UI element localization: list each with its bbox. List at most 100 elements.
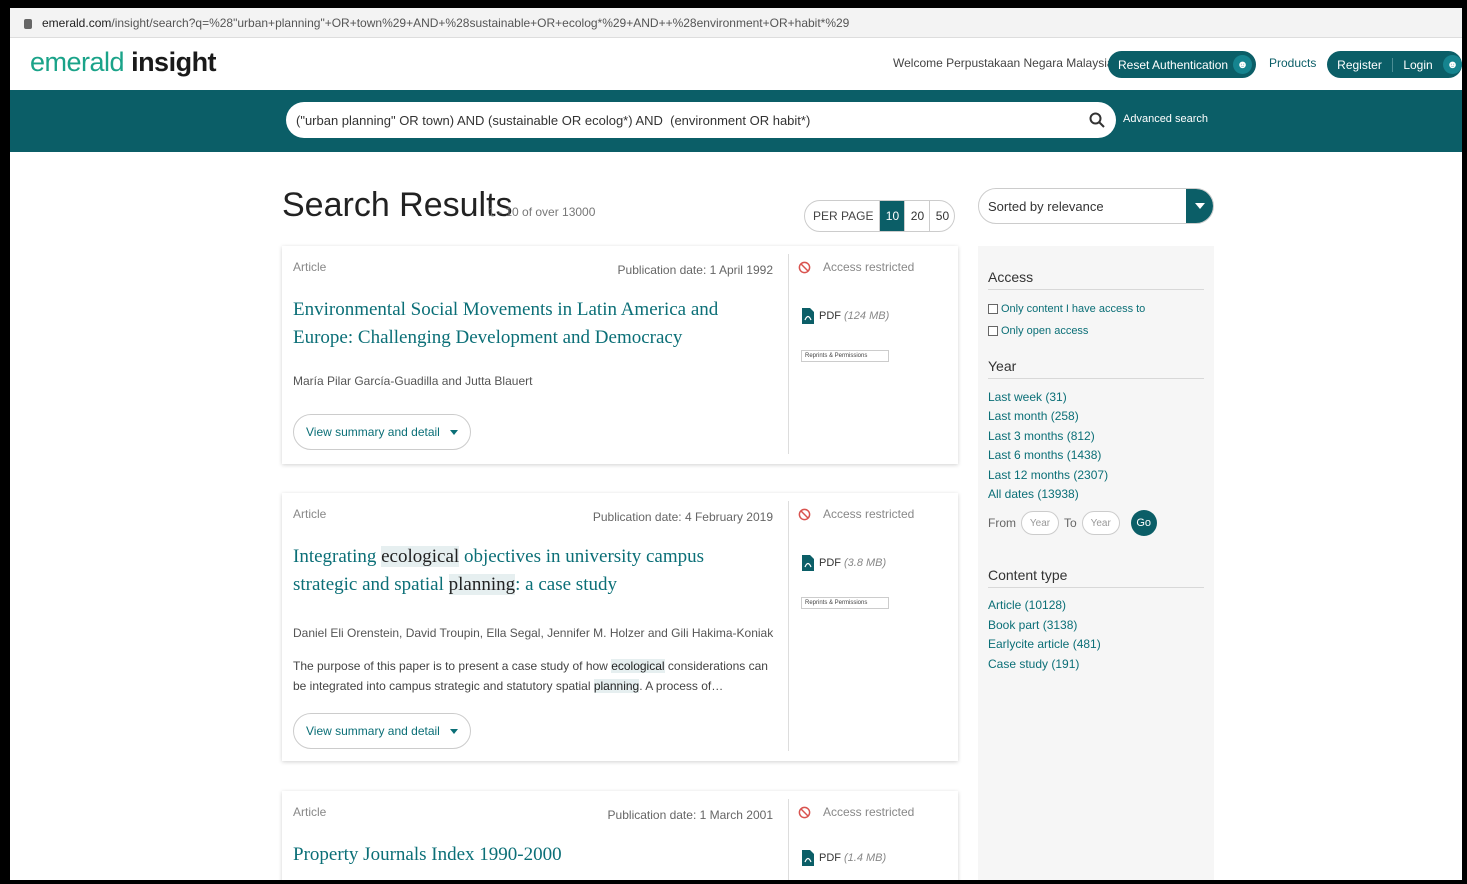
per-page-selector: PER PAGE 10 20 50	[804, 200, 956, 232]
pdf-label: PDF	[819, 310, 841, 322]
search-input[interactable]	[296, 112, 1076, 128]
checkbox[interactable]	[988, 326, 998, 336]
content-kind: Article	[293, 507, 327, 521]
content-type-link[interactable]: Earlycite article (481)	[988, 637, 1101, 651]
per-page-option[interactable]: 50	[929, 201, 954, 231]
content-kind: Article	[293, 805, 327, 819]
advanced-search-link[interactable]: Advanced search	[1123, 113, 1208, 125]
address-bar[interactable]: emerald.com /insight/search?q=%28"urban+…	[10, 8, 1462, 38]
view-summary-button[interactable]: View summary and detail	[293, 713, 471, 749]
content-type-link[interactable]: Case study (191)	[988, 657, 1079, 671]
access-label: Access restricted	[823, 507, 915, 521]
page-title: Search Results	[282, 186, 513, 224]
products-link[interactable]: Products	[1269, 56, 1316, 70]
access-label: Access restricted	[823, 260, 915, 274]
year-filter-link[interactable]: Last week (31)	[988, 390, 1067, 404]
pdf-label: PDF	[819, 557, 841, 569]
pdf-icon	[802, 850, 814, 866]
results-count: 1 - 10 of over 13000	[488, 205, 596, 219]
title-text: Integrating	[293, 546, 382, 567]
search-icon[interactable]	[1088, 111, 1106, 129]
pdf-size: (1.4 MB)	[844, 852, 887, 864]
pdf-size: (3.8 MB)	[844, 557, 887, 569]
access-heading: Access	[988, 269, 1034, 285]
url-domain: emerald.com	[42, 15, 112, 30]
site-header: emerald insight Welcome Perpustakaan Neg…	[10, 38, 1462, 90]
go-button[interactable]: Go	[1130, 510, 1157, 536]
restricted-icon	[798, 806, 811, 818]
divider	[788, 799, 789, 880]
abstract-text: The purpose of this paper is to present …	[293, 659, 612, 673]
access-restricted: Access restricted	[798, 507, 914, 521]
result-authors: Daniel Eli Orenstein, David Troupin, Ell…	[293, 626, 774, 640]
logo-part1: emerald	[30, 47, 125, 77]
lock-icon	[24, 18, 32, 29]
emerald-insight-logo[interactable]: emerald insight	[30, 47, 217, 78]
filter-only-my-access[interactable]: Only content I have access to	[988, 303, 1145, 315]
per-page-option[interactable]: 10	[879, 201, 905, 231]
divider	[988, 378, 1204, 379]
restricted-icon	[798, 508, 811, 520]
result-title[interactable]: Integrating ecological objectives in uni…	[293, 543, 773, 599]
per-page-label: PER PAGE	[813, 209, 874, 223]
year-filter-link[interactable]: Last 3 months (812)	[988, 429, 1095, 443]
divider	[788, 254, 789, 454]
year-heading: Year	[988, 358, 1017, 374]
title-text: : a case study	[515, 574, 617, 595]
year-range: From Year To Year Go	[988, 510, 1157, 536]
year-filter-link[interactable]: Last 12 months (2307)	[988, 468, 1108, 482]
result-title[interactable]: Property Journals Index 1990-2000	[293, 841, 773, 869]
user-icon: ☻	[1443, 55, 1462, 74]
result-abstract: The purpose of this paper is to present …	[293, 656, 783, 696]
publication-date: Publication date: 4 February 2019	[592, 510, 773, 524]
chevron-down-icon	[449, 728, 458, 734]
pdf-icon	[802, 555, 814, 571]
filter-only-open-access[interactable]: Only open access	[988, 325, 1088, 337]
divider	[788, 501, 789, 751]
year-filter-link[interactable]: Last 6 months (1438)	[988, 448, 1101, 462]
pdf-link[interactable]: PDF (124 MB)	[801, 307, 889, 325]
from-year-input[interactable]: Year	[1021, 511, 1059, 535]
result-title[interactable]: Environmental Social Movements in Latin …	[293, 296, 773, 352]
pdf-link[interactable]: PDF (1.4 MB)	[801, 849, 886, 867]
to-year-input[interactable]: Year	[1081, 511, 1120, 535]
pdf-icon	[802, 308, 814, 324]
restricted-icon	[798, 261, 811, 273]
sort-dropdown[interactable]: Sorted by relevance	[978, 188, 1214, 224]
pdf-link[interactable]: PDF (3.8 MB)	[801, 554, 886, 572]
view-summary-label: View summary and detail	[306, 425, 440, 439]
to-label: To	[1064, 516, 1077, 530]
search-box	[286, 102, 1116, 138]
reprints-permissions-button[interactable]: Reprints & Permissions	[801, 350, 889, 362]
content-kind: Article	[293, 260, 327, 274]
divider	[988, 587, 1204, 588]
per-page-option[interactable]: 20	[904, 201, 929, 231]
reprints-permissions-button[interactable]: Reprints & Permissions	[801, 597, 889, 609]
result-card: Article Publication date: 1 April 1992 E…	[282, 246, 958, 464]
filter-sidebar: Access Only content I have access to Onl…	[978, 246, 1214, 880]
title-highlight: ecological	[381, 546, 460, 567]
year-filter-link[interactable]: Last month (258)	[988, 409, 1079, 423]
access-restricted: Access restricted	[798, 260, 914, 274]
checkbox[interactable]	[988, 304, 998, 314]
view-summary-button[interactable]: View summary and detail	[293, 414, 471, 450]
register-login-group: Register Login ☻	[1327, 51, 1462, 78]
reset-auth-label: Reset Authentication	[1118, 57, 1229, 72]
access-label: Access restricted	[823, 805, 915, 819]
sort-dropdown-button[interactable]	[1186, 189, 1213, 223]
url-path: /insight/search?q=%28"urban+planning"+OR…	[111, 15, 850, 30]
register-button[interactable]: Register	[1327, 57, 1393, 72]
abstract-highlight: planning	[593, 679, 640, 693]
login-button[interactable]: Login	[1393, 58, 1443, 72]
abstract-text: . A process of…	[639, 679, 724, 693]
content-type-link[interactable]: Book part (3138)	[988, 618, 1077, 632]
content-type-heading: Content type	[988, 567, 1068, 583]
search-band: Advanced search	[10, 90, 1462, 152]
chevron-down-icon	[449, 429, 458, 435]
pdf-label: PDF	[819, 852, 841, 864]
divider	[988, 289, 1204, 290]
reset-authentication-button[interactable]: Reset Authentication ☻	[1108, 51, 1256, 78]
pdf-size: (124 MB)	[844, 310, 890, 322]
year-filter-link[interactable]: All dates (13938)	[988, 487, 1079, 501]
content-type-link[interactable]: Article (10128)	[988, 598, 1066, 612]
